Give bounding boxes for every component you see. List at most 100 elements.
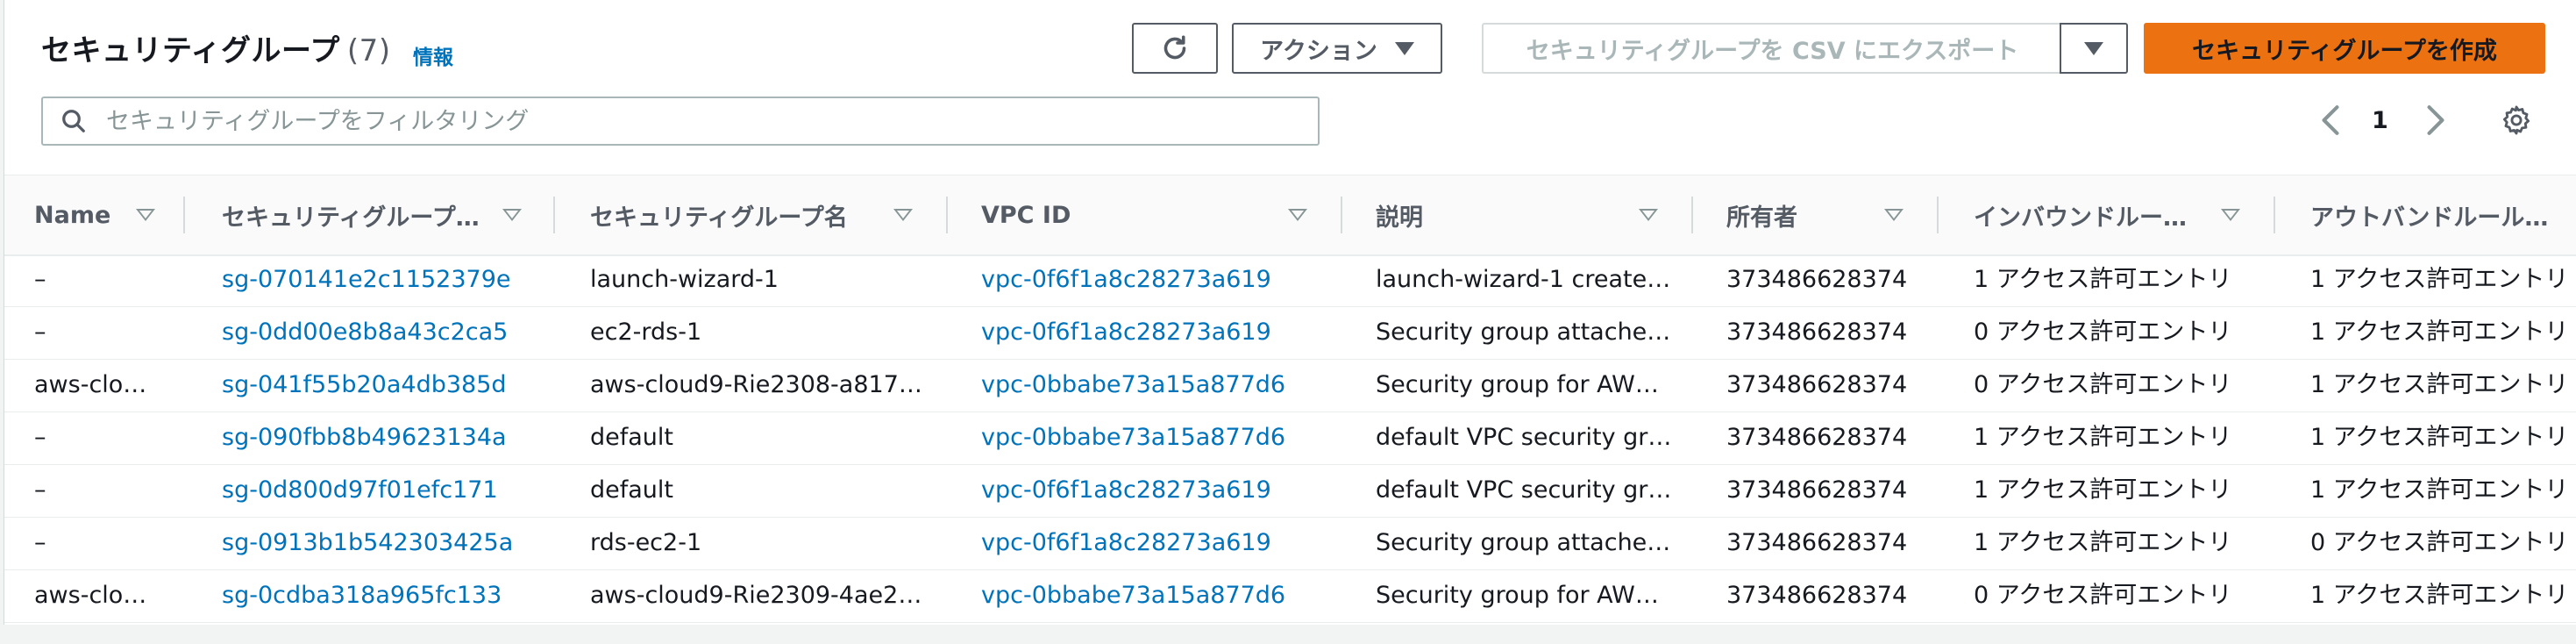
cell-vpc-id[interactable]: vpc-0bbabe73a15a877d6 bbox=[981, 411, 1349, 464]
sort-icon bbox=[502, 209, 522, 221]
cell-name: – bbox=[34, 476, 46, 504]
cell-vpc-id[interactable]: vpc-0f6f1a8c28273a619 bbox=[981, 517, 1349, 569]
column-header-owner[interactable]: 所有者 bbox=[1726, 175, 1937, 254]
cell-outbound-rules: 1 アクセス許可エントリ bbox=[2310, 266, 2569, 293]
cell-security-group-name: aws-cloud9-Rie2309-4ae2… bbox=[590, 582, 922, 609]
actions-dropdown-button[interactable]: アクション bbox=[1232, 23, 1442, 74]
cell-vpc-id[interactable]: vpc-0f6f1a8c28273a619 bbox=[981, 306, 1349, 359]
column-header-description[interactable]: 説明 bbox=[1376, 175, 1665, 254]
filter-search-box[interactable] bbox=[41, 97, 1320, 146]
refresh-button[interactable] bbox=[1132, 23, 1218, 74]
create-security-group-button[interactable]: セキュリティグループを作成 bbox=[2144, 23, 2545, 74]
column-header-name[interactable]: Name bbox=[34, 175, 166, 254]
column-header-vpc-id[interactable]: VPC ID bbox=[981, 175, 1332, 254]
cell-outbound-rules: 1 アクセス許可エントリ bbox=[2310, 476, 2569, 504]
cell-security-group-name: default bbox=[590, 424, 674, 451]
column-resizer[interactable] bbox=[1691, 197, 1693, 233]
page-title-text: セキュリティグループ bbox=[41, 33, 340, 68]
security-groups-panel: セキュリティグループ (7) 情報 アクション セキュリティグループを CSV に… bbox=[4, 0, 2576, 626]
cell-name: – bbox=[34, 424, 46, 451]
cell-inbound-rules: 0 アクセス許可エントリ bbox=[1974, 371, 2232, 398]
cell-inbound-rules: 1 アクセス許可エントリ bbox=[1974, 266, 2232, 293]
table-row[interactable]: – sg-0d800d97f01efc171 default vpc-0f6f1a8c… bbox=[4, 464, 2576, 518]
cell-inbound-rules: 1 アクセス許可エントリ bbox=[1974, 529, 2232, 556]
table-row[interactable]: – sg-0913b1b542303425a rds-ec2-1 vpc-0f6f1a… bbox=[4, 517, 2576, 570]
chevron-left-icon bbox=[2319, 104, 2342, 137]
sort-icon bbox=[1639, 209, 1658, 221]
caret-down-icon bbox=[2084, 41, 2103, 55]
cell-inbound-rules: 0 アクセス許可エントリ bbox=[1974, 318, 2232, 346]
cell-vpc-id[interactable]: vpc-0bbabe73a15a877d6 bbox=[981, 359, 1349, 411]
export-csv-button[interactable]: セキュリティグループを CSV にエクスポート bbox=[1482, 23, 2061, 74]
column-header-label: 所有者 bbox=[1726, 204, 1797, 232]
previous-page-button[interactable] bbox=[2319, 104, 2342, 137]
refresh-icon bbox=[1159, 32, 1191, 64]
cell-name: aws-clo… bbox=[34, 371, 147, 398]
column-resizer[interactable] bbox=[946, 197, 948, 233]
export-dropdown-button[interactable] bbox=[2060, 23, 2128, 74]
cell-outbound-rules: 1 アクセス許可エントリ bbox=[2310, 582, 2569, 609]
table-row[interactable]: aws-clo… sg-041f55b20a4db385d aws-cloud9-R… bbox=[4, 359, 2576, 412]
cell-security-group-name: ec2-rds-1 bbox=[590, 318, 702, 346]
search-icon bbox=[60, 108, 87, 134]
table-row[interactable]: aws-clo… sg-0cdba318a965fc133 aws-cloud9-R… bbox=[4, 569, 2576, 623]
cell-inbound-rules: 1 アクセス許可エントリ bbox=[1974, 476, 2232, 504]
cell-outbound-rules: 0 アクセス許可エントリ bbox=[2310, 529, 2569, 556]
column-header-security-group-name[interactable]: セキュリティグループ名 bbox=[590, 175, 941, 254]
cell-security-group-name: aws-cloud9-Rie2308-a817… bbox=[590, 371, 922, 398]
column-header-label: 説明 bbox=[1376, 204, 1423, 232]
column-resizer[interactable] bbox=[1937, 197, 1939, 233]
cell-description: Security group attache… bbox=[1376, 529, 1671, 556]
table-row[interactable]: – sg-0dd00e8b8a43c2ca5 ec2-rds-1 vpc-0f6f1a… bbox=[4, 306, 2576, 360]
table-header: Name セキュリティグループ… セキュリティグループ名 VPC ID 説明 所… bbox=[4, 175, 2576, 256]
table-settings-button[interactable] bbox=[2500, 104, 2533, 137]
column-header-outbound-rules[interactable]: アウトバンドルール… bbox=[2310, 175, 2576, 254]
column-header-label: Name bbox=[34, 201, 111, 229]
cell-security-group-id[interactable]: sg-0913b1b542303425a bbox=[222, 517, 573, 569]
chevron-right-icon bbox=[2424, 104, 2447, 137]
cell-name: – bbox=[34, 318, 46, 346]
caret-down-icon bbox=[1394, 41, 1414, 55]
column-header-label: インバウンドルー… bbox=[1974, 204, 2187, 232]
cell-security-group-id[interactable]: sg-0dd00e8b8a43c2ca5 bbox=[222, 306, 573, 359]
column-header-inbound-rules[interactable]: インバウンドルー… bbox=[1974, 175, 2245, 254]
cell-vpc-id[interactable]: vpc-0f6f1a8c28273a619 bbox=[981, 464, 1349, 517]
cell-owner: 373486628374 bbox=[1726, 582, 1908, 609]
cell-security-group-name: launch-wizard-1 bbox=[590, 266, 779, 293]
current-page-number[interactable]: 1 bbox=[2372, 107, 2388, 134]
cell-description: launch-wizard-1 create… bbox=[1376, 266, 1671, 293]
column-header-security-group-id[interactable]: セキュリティグループ… bbox=[222, 175, 522, 254]
next-page-button[interactable] bbox=[2424, 104, 2447, 137]
table-row[interactable]: – sg-070141e2c1152379e launch-wizard-1 vpc-… bbox=[4, 254, 2576, 307]
column-header-label: アウトバンドルール… bbox=[2310, 204, 2549, 232]
bottom-scroll-bar[interactable] bbox=[0, 625, 2576, 644]
cell-security-group-id[interactable]: sg-0d800d97f01efc171 bbox=[222, 464, 573, 517]
cell-description: Security group attache… bbox=[1376, 318, 1671, 346]
cell-security-group-id[interactable]: sg-0cdba318a965fc133 bbox=[222, 569, 573, 622]
cell-security-group-id[interactable]: sg-070141e2c1152379e bbox=[222, 254, 573, 306]
cell-security-group-id[interactable]: sg-041f55b20a4db385d bbox=[222, 359, 573, 411]
sort-icon bbox=[1288, 209, 1307, 221]
cell-description: Security group for AW… bbox=[1376, 371, 1659, 398]
cell-description: Security group for AW… bbox=[1376, 582, 1659, 609]
page-title: セキュリティグループ (7) bbox=[41, 26, 391, 69]
export-csv-label: セキュリティグループを CSV にエクスポート bbox=[1526, 37, 2019, 65]
column-resizer[interactable] bbox=[2274, 197, 2275, 233]
column-resizer[interactable] bbox=[553, 197, 555, 233]
actions-label: アクション bbox=[1260, 37, 1377, 65]
column-resizer[interactable] bbox=[1341, 197, 1342, 233]
column-header-label: セキュリティグループ名 bbox=[590, 204, 848, 232]
cell-description: default VPC security gr… bbox=[1376, 476, 1672, 504]
sort-icon bbox=[893, 209, 913, 221]
security-group-count: (7) bbox=[346, 33, 391, 68]
cell-inbound-rules: 1 アクセス許可エントリ bbox=[1974, 424, 2232, 451]
cell-security-group-id[interactable]: sg-090fbb8b49623134a bbox=[222, 411, 573, 464]
table-row[interactable]: – sg-090fbb8b49623134a default vpc-0bbabe73… bbox=[4, 411, 2576, 465]
cell-outbound-rules: 1 アクセス許可エントリ bbox=[2310, 424, 2569, 451]
cell-vpc-id[interactable]: vpc-0bbabe73a15a877d6 bbox=[981, 569, 1349, 622]
info-link[interactable]: 情報 bbox=[413, 40, 453, 70]
filter-search-input[interactable] bbox=[104, 106, 1318, 136]
column-resizer[interactable] bbox=[183, 197, 185, 233]
cell-name: – bbox=[34, 266, 46, 293]
cell-vpc-id[interactable]: vpc-0f6f1a8c28273a619 bbox=[981, 254, 1349, 306]
